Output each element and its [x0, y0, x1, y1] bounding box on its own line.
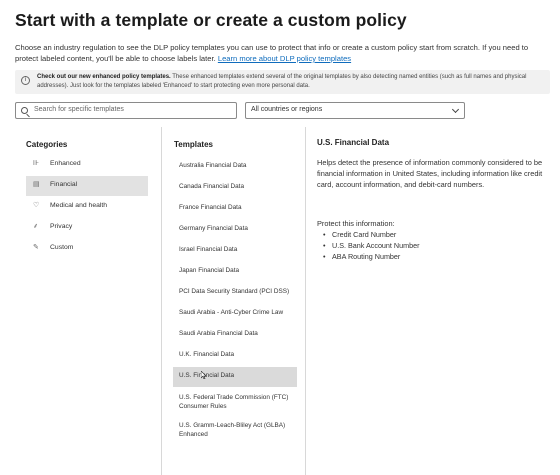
region-dropdown[interactable]: All countries or regions [245, 102, 465, 119]
template-item[interactable]: Canada Financial Data [173, 178, 297, 198]
chevron-down-icon [451, 105, 460, 114]
template-details-panel: U.S. Financial Data Helps detect the pre… [306, 127, 560, 475]
protect-heading: Protect this information: [317, 219, 395, 228]
template-item-selected[interactable]: U.S. Financial Data [173, 367, 297, 387]
category-label: Medical and health [50, 202, 108, 209]
category-financial[interactable]: ▤ Financial [26, 176, 148, 196]
category-label: Custom [50, 244, 74, 251]
learn-more-link[interactable]: Learn more about DLP policy templates [218, 54, 351, 63]
region-selected-value: All countries or regions [251, 106, 323, 113]
template-item[interactable]: Saudi Arabia - Anti-Cyber Crime Law [173, 304, 297, 324]
template-item[interactable]: PCI Data Security Standard (PCI DSS) [173, 283, 297, 303]
category-label: Financial [50, 181, 78, 188]
template-item[interactable]: Saudi Arabia Financial Data [173, 325, 297, 345]
protect-item: ABA Routing Number [323, 251, 420, 262]
search-input[interactable]: Search for specific templates [15, 102, 237, 119]
template-item[interactable]: Japan Financial Data [173, 262, 297, 282]
category-label: Enhanced [50, 160, 81, 167]
templates-panel: Templates Australia Financial Data Canad… [161, 127, 306, 475]
details-title: U.S. Financial Data [317, 138, 390, 147]
enhanced-templates-banner: i Check out our new enhanced policy temp… [15, 70, 550, 94]
page-title: Start with a template or create a custom… [15, 10, 407, 30]
category-enhanced[interactable]: ⊪ Enhanced [26, 155, 148, 175]
template-item[interactable]: Israel Financial Data [173, 241, 297, 261]
template-item[interactable]: France Financial Data [173, 199, 297, 219]
category-label: Privacy [50, 223, 73, 230]
template-item[interactable]: Australia Financial Data [173, 157, 297, 177]
protect-list: Credit Card Number U.S. Bank Account Num… [323, 229, 420, 262]
page-description: Choose an industry regulation to see the… [15, 42, 550, 64]
privacy-icon: ⸙ [33, 223, 39, 230]
enhanced-icon: ⊪ [33, 160, 40, 167]
mouse-cursor-icon [201, 371, 207, 379]
category-custom[interactable]: ✎ Custom [26, 239, 148, 259]
template-item[interactable]: Germany Financial Data [173, 220, 297, 240]
protect-item: Credit Card Number [323, 229, 420, 240]
protect-item: U.S. Bank Account Number [323, 240, 419, 251]
categories-heading: Categories [26, 140, 68, 149]
banner-bold-text: Check out our new enhanced policy templa… [37, 74, 171, 80]
category-medical-and-health[interactable]: ♡ Medical and health [26, 197, 148, 217]
medical-icon: ♡ [33, 202, 40, 209]
search-icon [21, 107, 28, 114]
templates-heading: Templates [174, 140, 213, 149]
category-privacy[interactable]: ⸙ Privacy [26, 218, 148, 238]
template-item[interactable]: U.S. Gramm-Leach-Bliley Act (GLBA) Enhan… [173, 417, 297, 443]
financial-icon: ▤ [33, 181, 40, 188]
categories-panel: Categories ⊪ Enhanced ▤ Financial ♡ Medi… [15, 127, 161, 475]
template-item[interactable]: U.S. Federal Trade Commission (FTC) Cons… [173, 389, 297, 415]
info-icon: i [21, 76, 30, 85]
template-item[interactable]: U.K. Financial Data [173, 346, 297, 366]
search-placeholder: Search for specific templates [34, 106, 124, 113]
custom-icon: ✎ [33, 244, 39, 251]
details-description: Helps detect the presence of information… [317, 158, 543, 189]
